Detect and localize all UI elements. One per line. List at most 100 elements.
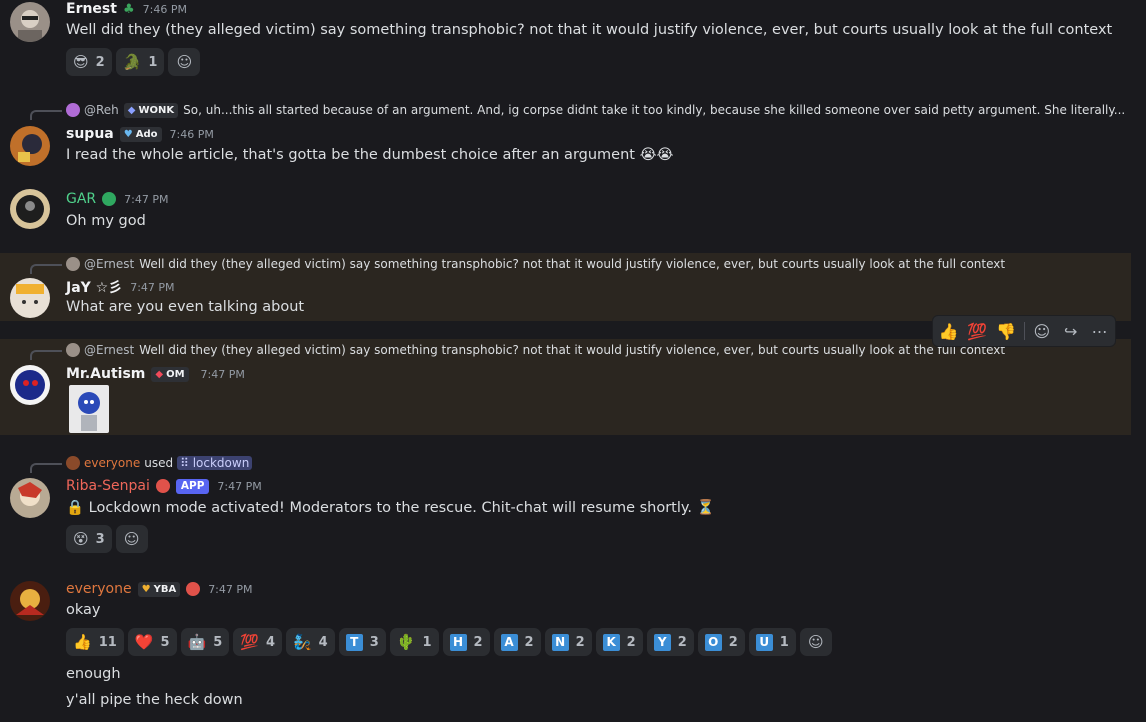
reaction[interactable]: 🧞 4 xyxy=(285,628,335,656)
reaction[interactable]: T3 xyxy=(338,628,386,656)
avatar[interactable] xyxy=(10,478,50,518)
reaction[interactable]: Y2 xyxy=(646,628,694,656)
guild-tag[interactable]: ♥ Ado xyxy=(119,126,162,142)
badge-icon xyxy=(102,192,117,206)
reply-text: Well did they (they alleged victim) say … xyxy=(139,257,1006,271)
message-text: Oh my god xyxy=(66,213,146,229)
username[interactable]: everyone xyxy=(66,581,132,597)
reaction-bar: 😵 3 ☺ xyxy=(66,525,148,553)
reply-spine xyxy=(30,350,62,360)
message-text: y'all pipe the heck down xyxy=(66,692,243,708)
gem-icon: ◆ xyxy=(155,368,164,380)
command-used-label: used xyxy=(144,456,174,470)
reaction-bar: 😎 2 🐊 1 ☺ xyxy=(66,48,201,76)
reply-text: Well did they (they alleged victim) say … xyxy=(139,343,1006,357)
add-reaction-icon[interactable]: ☺ xyxy=(115,525,148,553)
diamond-icon: ◆ xyxy=(127,104,136,116)
message-everyone: everyone ♥ YBA 7:47 PM okay 👍 11 ❤️ 5 🤖 5 💯 4… xyxy=(0,578,1146,722)
reply-avatar xyxy=(66,456,80,470)
username[interactable]: Mr.Autism xyxy=(66,366,145,382)
reply-preview[interactable]: @Ernest Well did they (they alleged vict… xyxy=(30,254,1005,274)
reply-spine xyxy=(30,110,62,120)
timestamp: 7:47 PM xyxy=(200,367,245,381)
clover-icon: ♣ xyxy=(122,1,135,17)
username[interactable]: supua xyxy=(66,126,114,142)
reply-spine xyxy=(30,264,62,274)
command-name[interactable]: ⠿ lockdown xyxy=(177,456,253,470)
message-text: okay xyxy=(66,602,101,618)
username[interactable]: Riba-Senpai xyxy=(66,478,150,494)
reaction[interactable]: 😎 2 xyxy=(66,48,112,76)
timestamp: 7:47 PM xyxy=(124,192,169,206)
add-reaction-icon[interactable]: ☺ xyxy=(1030,318,1053,344)
reaction[interactable]: 👍 11 xyxy=(66,628,124,656)
thumbs-up-quick-reaction[interactable]: 👍 xyxy=(937,318,960,344)
username[interactable]: JaY ☆彡 xyxy=(66,277,122,297)
app-badge: APP xyxy=(175,478,210,494)
hundred-quick-reaction[interactable]: 💯 xyxy=(966,318,989,344)
username[interactable]: Ernest xyxy=(66,1,117,17)
add-reaction-icon[interactable]: ☺ xyxy=(799,628,832,656)
timestamp: 7:46 PM xyxy=(169,127,214,141)
reply-avatar xyxy=(66,103,80,117)
avatar[interactable] xyxy=(10,581,50,621)
avatar[interactable] xyxy=(10,278,50,318)
reaction-bar: 👍 11 ❤️ 5 🤖 5 💯 4 🧞 4 T3 🌵 1 H2 A2 N2 K2 Y2 O2… xyxy=(66,628,832,656)
message-jay: @Ernest Well did they (they alleged vict… xyxy=(0,253,1131,321)
thumbs-down-quick-reaction[interactable]: 👎 xyxy=(995,318,1018,344)
reply-spine xyxy=(30,463,62,473)
avatar[interactable] xyxy=(10,126,50,166)
reaction[interactable]: H2 xyxy=(442,628,490,656)
message-text: Well did they (they alleged victim) say … xyxy=(66,22,1113,38)
message-text: What are you even talking about xyxy=(66,299,305,315)
timestamp: 7:47 PM xyxy=(130,280,175,294)
reaction[interactable]: 🐊 1 xyxy=(115,48,165,76)
reaction[interactable]: O2 xyxy=(697,628,745,656)
message-gar: GAR 7:47 PM Oh my god xyxy=(0,186,1146,242)
guild-tag[interactable]: ♥ YBA xyxy=(137,581,181,597)
message-text: 🔒 Lockdown mode activated! Moderators to… xyxy=(66,500,715,516)
reply-preview[interactable]: @Ernest Well did they (they alleged vict… xyxy=(30,340,1005,360)
username[interactable]: GAR xyxy=(66,191,96,207)
reaction[interactable]: K2 xyxy=(595,628,643,656)
reply-icon[interactable]: ↪ xyxy=(1059,318,1082,344)
avatar[interactable] xyxy=(10,2,50,42)
heart-icon: ♥ xyxy=(141,583,151,595)
reply-preview[interactable]: @Reh ◆ WONK So, uh...this all started bec… xyxy=(30,100,1125,120)
message-hover-toolbar: 👍 💯 👎 ☺ ↪ ⋯ xyxy=(932,315,1116,347)
reply-tag: ◆ WONK xyxy=(123,102,179,118)
role-icon xyxy=(155,479,170,493)
avatar[interactable] xyxy=(10,365,50,405)
sticker-image[interactable] xyxy=(69,385,109,433)
message-mr-autism: @Ernest Well did they (they alleged vict… xyxy=(0,339,1131,435)
message-ernest: Ernest ♣ 7:46 PM Well did they (they all… xyxy=(0,0,1146,80)
reply-author: @Ernest xyxy=(84,343,135,357)
reaction[interactable]: 🌵 1 xyxy=(389,628,439,656)
reaction[interactable]: A2 xyxy=(493,628,541,656)
guild-tag[interactable]: ◆ OM xyxy=(151,366,189,382)
reaction[interactable]: N2 xyxy=(544,628,592,656)
timestamp: 7:46 PM xyxy=(142,2,187,16)
reaction[interactable]: 😵 3 xyxy=(66,525,112,553)
reply-author: @Ernest xyxy=(84,257,135,271)
reaction[interactable]: ❤️ 5 xyxy=(127,628,177,656)
reply-avatar xyxy=(66,343,80,357)
message-riba-senpai: everyone used ⠿ lockdown Riba-Senpai APP… xyxy=(0,452,1146,556)
reply-author: @Reh xyxy=(84,103,119,117)
more-icon[interactable]: ⋯ xyxy=(1088,318,1111,344)
command-preview[interactable]: everyone used ⠿ lockdown xyxy=(30,453,253,473)
heart-icon: ♥ xyxy=(123,128,133,140)
reply-text: So, uh...this all started because of an … xyxy=(183,103,1126,117)
add-reaction-icon[interactable]: ☺ xyxy=(168,48,201,76)
reaction[interactable]: U1 xyxy=(748,628,796,656)
reaction[interactable]: 🤖 5 xyxy=(180,628,230,656)
reaction[interactable]: 💯 4 xyxy=(233,628,282,656)
toolbar-divider xyxy=(1023,322,1025,340)
message-supua: @Reh ◆ WONK So, uh...this all started bec… xyxy=(0,100,1146,172)
timestamp: 7:47 PM xyxy=(208,582,253,596)
role-icon xyxy=(186,582,201,596)
avatar[interactable] xyxy=(10,189,50,229)
reply-avatar xyxy=(66,257,80,271)
message-text: enough xyxy=(66,666,121,682)
message-text: I read the whole article, that's gotta b… xyxy=(66,147,674,163)
